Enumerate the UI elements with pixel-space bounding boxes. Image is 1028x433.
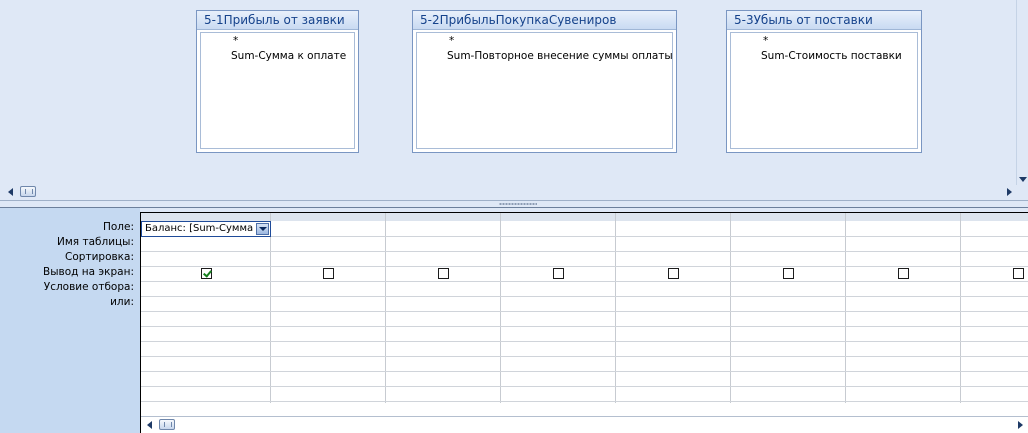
show-checkbox[interactable] <box>898 268 909 279</box>
table-title[interactable]: 5-1Прибыль от заявки <box>197 11 358 30</box>
scroll-thumb[interactable] <box>20 186 36 197</box>
chevron-down-icon[interactable] <box>256 223 269 235</box>
column-selector[interactable] <box>386 213 501 221</box>
column-selector[interactable] <box>961 213 1028 221</box>
scroll-thumb[interactable] <box>159 419 175 430</box>
column-selector[interactable] <box>141 213 271 221</box>
pane-splitter[interactable] <box>0 200 1028 208</box>
column-selector[interactable] <box>616 213 731 221</box>
grid-horizontal-scrollbar[interactable] <box>141 416 1028 433</box>
show-checkbox[interactable] <box>438 268 449 279</box>
row-label-criteria: Условие отбора: <box>43 281 134 293</box>
column-divider <box>500 213 501 403</box>
row-divider <box>141 356 1028 357</box>
column-divider <box>730 213 731 403</box>
arrow-right-icon[interactable] <box>1018 421 1023 429</box>
query-tables-pane: 5-1Прибыль от заявки * Sum-Сумма к оплат… <box>0 0 1028 200</box>
field-all[interactable]: * <box>233 35 238 47</box>
field-list: * Sum-Стоимость поставки <box>730 32 918 149</box>
field-all[interactable]: * <box>763 35 768 47</box>
row-label-field: Поле: <box>102 221 134 233</box>
row-divider <box>141 311 1028 312</box>
row-divider <box>141 371 1028 372</box>
row-divider <box>141 341 1028 342</box>
query-design-grid: Баланс: [Sum-Сумма <box>140 212 1028 433</box>
show-checkbox[interactable] <box>553 268 564 279</box>
field-item[interactable]: Sum-Сумма к оплате <box>231 50 346 62</box>
arrow-left-icon[interactable] <box>147 421 152 429</box>
table-box-loss-delivery[interactable]: 5-3Убыль от поставки * Sum-Стоимость пос… <box>726 10 922 153</box>
row-label-show: Вывод на экран: <box>43 266 134 278</box>
table-title[interactable]: 5-2ПрибыльПокупкаСувениров <box>413 11 676 30</box>
row-divider <box>141 266 1028 267</box>
arrow-down-icon[interactable] <box>1019 177 1027 182</box>
column-selector[interactable] <box>846 213 961 221</box>
column-divider <box>845 213 846 403</box>
column-selector[interactable] <box>501 213 616 221</box>
field-cell-column-1[interactable]: Баланс: [Sum-Сумма <box>141 221 271 237</box>
arrow-right-icon[interactable] <box>1007 188 1012 196</box>
show-checkbox[interactable] <box>1013 268 1024 279</box>
row-divider <box>141 401 1028 402</box>
field-list: * Sum-Сумма к оплате <box>200 32 355 149</box>
show-checkbox[interactable] <box>323 268 334 279</box>
show-checkbox[interactable] <box>668 268 679 279</box>
row-divider <box>141 236 1028 237</box>
field-item[interactable]: Sum-Повторное внесение суммы оплаты <box>447 50 673 62</box>
column-divider <box>270 213 271 403</box>
row-label-or: или: <box>110 296 134 308</box>
row-divider <box>141 326 1028 327</box>
table-box-profit-souvenirs[interactable]: 5-2ПрибыльПокупкаСувениров * Sum-Повторн… <box>412 10 677 153</box>
row-label-table-name: Имя таблицы: <box>57 236 134 248</box>
splitter-grip-icon[interactable] <box>499 203 537 205</box>
upper-horizontal-scrollbar[interactable] <box>0 185 1016 199</box>
row-label-sort: Сортировка: <box>65 251 134 263</box>
row-divider <box>141 251 1028 252</box>
arrow-left-icon[interactable] <box>8 188 13 196</box>
show-checkbox[interactable] <box>201 268 212 279</box>
column-divider <box>615 213 616 403</box>
row-divider <box>141 386 1028 387</box>
field-list: * Sum-Повторное внесение суммы оплаты <box>416 32 673 149</box>
show-checkbox[interactable] <box>783 268 794 279</box>
column-selector[interactable] <box>731 213 846 221</box>
column-selector[interactable] <box>271 213 386 221</box>
table-title[interactable]: 5-3Убыль от поставки <box>727 11 921 30</box>
grid-row-labels: Поле: Имя таблицы: Сортировка: Вывод на … <box>0 208 140 433</box>
field-expression[interactable]: Баланс: [Sum-Сумма <box>145 223 253 234</box>
row-divider <box>141 296 1028 297</box>
table-box-profit-orders[interactable]: 5-1Прибыль от заявки * Sum-Сумма к оплат… <box>196 10 359 153</box>
row-divider <box>141 281 1028 282</box>
column-divider <box>385 213 386 403</box>
upper-vertical-scrollbar[interactable] <box>1016 0 1028 185</box>
column-divider <box>960 213 961 403</box>
field-item[interactable]: Sum-Стоимость поставки <box>761 50 902 62</box>
field-all[interactable]: * <box>449 35 454 47</box>
